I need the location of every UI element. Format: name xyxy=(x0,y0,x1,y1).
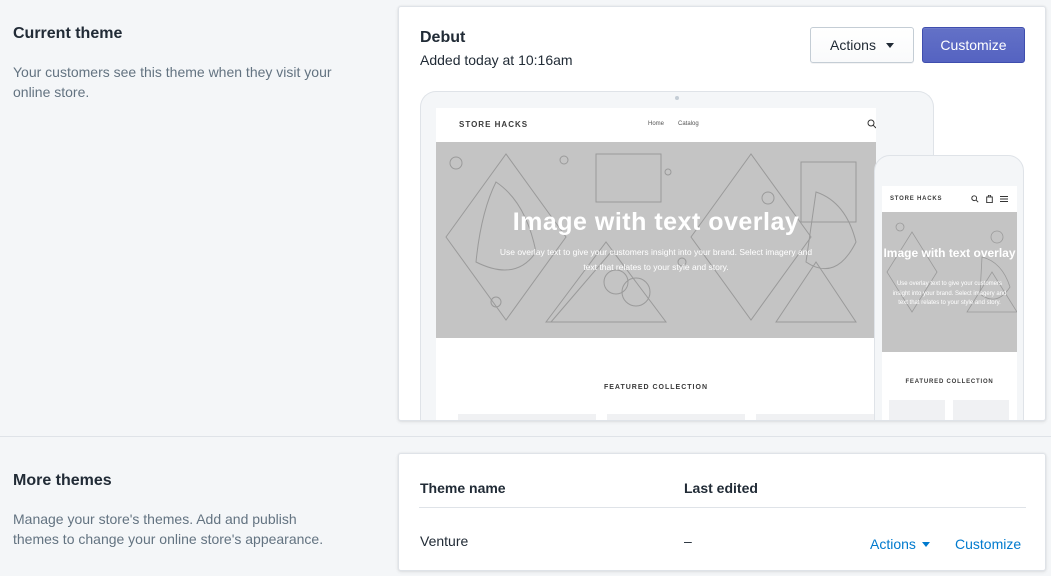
mobile-store-name: STORE HACKS xyxy=(890,196,943,202)
preview-nav-catalog: Catalog xyxy=(678,121,699,127)
more-themes-description: Manage your store's themes. Add and publ… xyxy=(13,511,324,547)
row-actions-button[interactable]: Actions xyxy=(870,536,930,552)
hero-illustration xyxy=(445,153,857,323)
preview-hero-text: Use overlay text to give your customers … xyxy=(499,247,813,272)
desktop-preview: STORE HACKS Home Catalog Image with text… xyxy=(420,91,934,420)
row-customize-link[interactable]: Customize xyxy=(955,536,1021,552)
menu-icon xyxy=(1000,196,1008,202)
cart-icon xyxy=(986,195,993,203)
search-icon xyxy=(867,119,876,129)
search-icon xyxy=(971,195,979,203)
preview-hero-banner: Image with text overlay Use overlay text… xyxy=(436,142,876,338)
preview-nav-home: Home xyxy=(648,121,665,127)
mobile-product-card xyxy=(889,400,945,420)
preview-product-card xyxy=(458,414,596,420)
theme-added-date: Added today at 10:16am xyxy=(420,52,573,68)
preview-product-card xyxy=(756,414,876,420)
section-divider xyxy=(0,436,1051,437)
preview-hero-title: Image with text overlay xyxy=(512,208,800,236)
mobile-product-card xyxy=(953,400,1009,420)
more-themes-card: Theme name Last edited Venture – Actions… xyxy=(398,453,1046,571)
column-header-last-edited: Last edited xyxy=(684,480,758,496)
mobile-preview-screen: STORE HACKS Image with text overlay Use … xyxy=(882,186,1017,420)
column-header-theme-name: Theme name xyxy=(420,480,506,496)
preview-store-name: STORE HACKS xyxy=(459,120,529,129)
row-actions-label: Actions xyxy=(870,536,916,552)
chevron-down-icon xyxy=(921,541,930,547)
current-theme-description: Your customers see this theme when they … xyxy=(13,64,332,100)
row-theme-name: Venture xyxy=(420,533,469,549)
chevron-down-icon xyxy=(885,42,894,48)
current-theme-heading: Current theme xyxy=(13,25,123,42)
row-last-edited: – xyxy=(684,533,692,549)
preview-header: STORE HACKS Home Catalog xyxy=(436,108,876,142)
mobile-preview: STORE HACKS Image with text overlay Use … xyxy=(874,155,1024,420)
current-theme-card: Debut Added today at 10:16am Actions Cus… xyxy=(398,6,1046,421)
mobile-hero-banner: Image with text overlay Use overlay text… xyxy=(882,212,1017,352)
theme-actions-button[interactable]: Actions xyxy=(810,27,914,63)
more-themes-heading: More themes xyxy=(13,472,112,489)
mobile-hero-text: Use overlay text to give your customers … xyxy=(892,281,1007,306)
camera-dot xyxy=(675,96,679,100)
desktop-preview-screen: STORE HACKS Home Catalog Image with text… xyxy=(436,108,876,420)
mobile-hero-title: Image with text overlay xyxy=(883,246,1016,260)
table-divider xyxy=(419,507,1026,508)
preview-featured-heading: FEATURED COLLECTION xyxy=(603,384,709,391)
mobile-featured-heading: FEATURED COLLECTION xyxy=(905,379,994,385)
theme-actions-label: Actions xyxy=(830,37,876,53)
theme-name: Debut xyxy=(420,29,466,46)
preview-product-card xyxy=(607,414,745,420)
customize-button[interactable]: Customize xyxy=(922,27,1025,63)
